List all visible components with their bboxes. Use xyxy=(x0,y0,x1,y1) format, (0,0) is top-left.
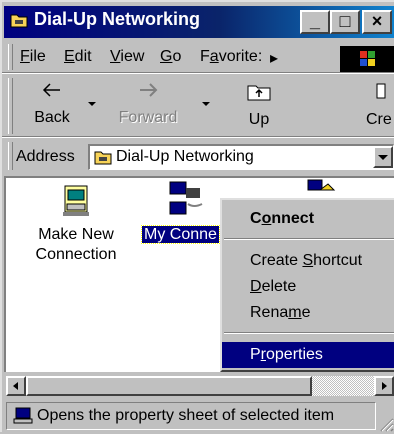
network-computer-icon xyxy=(169,181,203,215)
forward-arrow-icon xyxy=(140,83,158,97)
scroll-thumb[interactable] xyxy=(26,376,312,396)
menu-view[interactable]: View xyxy=(110,48,144,66)
folder-phone-icon xyxy=(10,14,28,28)
windows-logo-icon xyxy=(340,46,394,72)
folder-phone-icon xyxy=(94,151,112,165)
status-text: Opens the property sheet of selected ite… xyxy=(37,407,335,424)
menu-create-shortcut[interactable]: Create Shortcut xyxy=(222,248,394,274)
menu-rename[interactable]: Rename xyxy=(222,300,394,326)
menu-go[interactable]: Go xyxy=(160,48,181,66)
address-label: Address xyxy=(16,148,75,165)
menu-properties[interactable]: Properties xyxy=(222,342,394,368)
toolbar-separator xyxy=(2,136,394,138)
dialup-window: Dial-Up Networking _ □ × File Edit View … xyxy=(0,0,394,434)
title-bar[interactable]: Dial-Up Networking _ □ × xyxy=(4,6,394,38)
selected-item-label: My Conne xyxy=(141,225,220,244)
address-bar: Address Dial-Up Networking xyxy=(4,140,394,172)
scroll-left-button[interactable] xyxy=(6,376,26,396)
menubar-separator xyxy=(2,72,394,74)
window-title: Dial-Up Networking xyxy=(34,9,201,29)
context-separator xyxy=(224,238,394,240)
address-value: Dial-Up Networking xyxy=(116,148,254,165)
menu-bar: File Edit View Go Favorite: ▸ xyxy=(4,42,394,72)
toolbar-grip[interactable] xyxy=(8,78,13,134)
make-new-connection-icon xyxy=(63,185,89,216)
status-panel: Opens the property sheet of selected ite… xyxy=(6,402,376,430)
address-dropdown-button[interactable] xyxy=(373,146,393,168)
minimize-button[interactable]: _ xyxy=(300,10,330,34)
close-button[interactable]: × xyxy=(362,10,392,34)
maximize-button[interactable]: □ xyxy=(330,10,360,34)
menubar-grip[interactable] xyxy=(8,44,13,70)
scroll-track[interactable] xyxy=(26,376,374,396)
back-dropdown[interactable] xyxy=(88,102,96,106)
menu-edit[interactable]: Edit xyxy=(64,48,92,66)
status-bar: Opens the property sheet of selected ite… xyxy=(2,400,394,434)
arrow-right-icon xyxy=(382,382,387,390)
scroll-right-button[interactable] xyxy=(374,376,394,396)
up-folder-icon xyxy=(247,85,271,101)
address-input[interactable]: Dial-Up Networking xyxy=(88,144,394,170)
create-shortcut-button[interactable]: Cre xyxy=(354,80,394,129)
back-button[interactable]: Back xyxy=(22,80,82,127)
my-connection-item[interactable]: My Conne xyxy=(141,180,226,245)
up-button[interactable]: Up xyxy=(234,80,284,129)
menu-favorites[interactable]: Favorite: xyxy=(200,48,262,66)
standard-toolbar: Back Forward Up Cre xyxy=(4,76,394,136)
forward-dropdown[interactable] xyxy=(202,102,210,106)
addressbar-grip[interactable] xyxy=(8,142,13,170)
make-new-connection-item[interactable]: Make New Connection xyxy=(28,184,124,265)
context-separator xyxy=(224,332,394,334)
menu-delete[interactable]: Delete xyxy=(222,274,394,300)
horizontal-scrollbar[interactable] xyxy=(4,374,394,398)
menu-overflow-icon[interactable]: ▸ xyxy=(270,48,278,68)
forward-button[interactable]: Forward xyxy=(106,80,190,127)
create-icon xyxy=(376,83,386,99)
menu-connect[interactable]: Connect xyxy=(222,206,394,232)
computer-icon xyxy=(13,407,33,424)
resize-grip-icon[interactable] xyxy=(378,416,394,432)
menu-file[interactable]: File xyxy=(20,48,46,66)
context-menu: Connect Create Shortcut Delete Rename Pr… xyxy=(220,198,394,372)
arrow-left-icon xyxy=(13,382,18,390)
back-arrow-icon xyxy=(42,83,60,97)
